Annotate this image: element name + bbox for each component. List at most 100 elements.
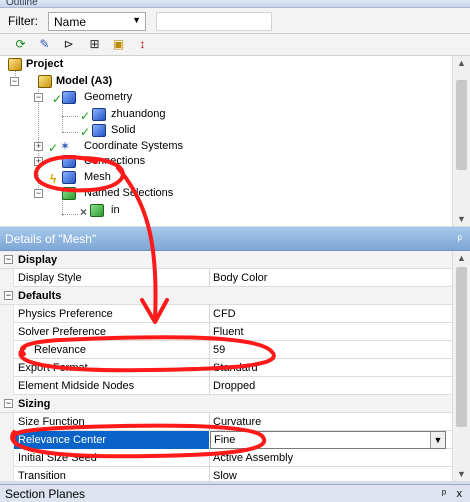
property-label: Display Style [18, 272, 82, 284]
group-label: Sizing [18, 398, 51, 410]
tree-item-label: Coordinate Systems [84, 140, 184, 152]
property-label: Initial Size Seed [18, 452, 97, 464]
column-divider [209, 359, 210, 377]
collapse-icon[interactable]: − [10, 77, 19, 86]
property-row[interactable]: Element Midside Nodes Dropped [0, 377, 452, 395]
details-titlebar: Details of "Mesh" ᵖ [0, 227, 470, 251]
selection-icon [90, 204, 104, 217]
property-label: Element Midside Nodes [18, 380, 135, 392]
property-row[interactable]: Solver Preference Fluent [0, 323, 452, 341]
project-icon [8, 58, 22, 71]
tree-item-label: zhuandong [111, 108, 166, 120]
check-icon: ✓ [52, 92, 63, 106]
property-label: Physics Preference [18, 308, 113, 320]
scrollbar-thumb[interactable] [456, 267, 467, 427]
filter-dropdown[interactable]: Name ▼ [48, 12, 146, 31]
property-row[interactable]: Export Format Standard [0, 359, 452, 377]
group-sizing[interactable]: − Sizing [0, 395, 452, 413]
check-icon: ✓ [80, 109, 91, 123]
details-scrollbar[interactable]: ▲ ▼ [452, 251, 470, 481]
details-title: Details of "Mesh" [5, 232, 97, 246]
property-value[interactable]: Fluent [213, 326, 244, 338]
property-value[interactable]: Curvature [213, 416, 261, 428]
property-label: Size Function [18, 416, 85, 428]
collapse-icon[interactable]: − [34, 93, 43, 102]
pin-icon[interactable]: ᵖ [457, 227, 462, 251]
relevance-center-dropdown[interactable]: Fine ▼ [210, 431, 446, 449]
row-gutter [0, 341, 14, 359]
scroll-down-icon[interactable]: ▼ [457, 469, 466, 479]
filter-label: Filter: [8, 14, 38, 28]
row-gutter [0, 377, 14, 395]
check-icon: ✓ [48, 141, 59, 155]
property-value[interactable]: Body Color [213, 272, 267, 284]
details-table: − Display Display Style Body Color − Def… [0, 251, 452, 481]
folder-icon[interactable]: ▣ [110, 37, 127, 53]
property-value[interactable]: Standard [213, 362, 258, 374]
row-gutter [0, 413, 14, 431]
pin-icon[interactable]: ᵖ [442, 485, 446, 502]
mesh-icon [62, 171, 76, 184]
refresh-icon[interactable]: ⟳ [12, 37, 29, 53]
chevron-down-icon[interactable]: ▼ [430, 432, 445, 448]
tree-item-label: Model (A3) [56, 75, 113, 87]
column-divider [209, 269, 210, 287]
tree-connector [62, 132, 78, 133]
section-planes-bar: Section Planes ᵖ x [0, 484, 470, 502]
tree-item-label: Geometry [84, 91, 133, 103]
column-divider [209, 341, 210, 359]
scroll-up-icon[interactable]: ▲ [457, 253, 466, 263]
property-value[interactable]: Active Assembly [213, 452, 293, 464]
group-defaults[interactable]: − Defaults [0, 287, 452, 305]
property-row[interactable]: Transition Slow [0, 467, 452, 481]
property-label: Relevance Center [18, 434, 107, 446]
expand-icon[interactable]: + [34, 142, 43, 151]
scroll-down-icon[interactable]: ▼ [457, 214, 466, 224]
scroll-up-icon[interactable]: ▲ [457, 58, 466, 68]
scrollbar-thumb[interactable] [456, 80, 467, 170]
tree-item-label: Named Selections [84, 187, 174, 199]
model-icon [38, 75, 52, 88]
property-value[interactable]: CFD [213, 308, 236, 320]
expand-icon[interactable]: ⊞ [86, 37, 103, 53]
property-row[interactable]: Size Function Curvature [0, 413, 452, 431]
property-row[interactable]: Initial Size Seed Active Assembly [0, 449, 452, 467]
property-value[interactable]: 59 [213, 344, 225, 356]
property-row[interactable]: Physics Preference CFD [0, 305, 452, 323]
solid-icon [92, 108, 106, 121]
group-display[interactable]: − Display [0, 251, 452, 269]
connections-icon [62, 155, 76, 168]
row-gutter [0, 269, 14, 287]
close-icon[interactable]: x [457, 485, 463, 502]
property-row[interactable]: Display Style Body Color [0, 269, 452, 287]
collapse-icon[interactable]: − [34, 189, 43, 198]
outline-toolbar: ⟳ ✎ ⊳ ⊞ ▣ ↕ [0, 34, 470, 56]
property-value[interactable]: Dropped [213, 380, 255, 392]
row-gutter [0, 467, 14, 481]
collapse-icon[interactable]: − [4, 255, 13, 264]
collapse-icon[interactable]: − [4, 291, 13, 300]
column-divider [209, 413, 210, 431]
collapse-icon[interactable]: − [4, 399, 13, 408]
tree-icon[interactable]: ⊳ [60, 37, 77, 53]
outline-tree: Project − Model (A3) − ✓ Geometry ✓ zhua… [0, 56, 452, 226]
row-gutter [0, 305, 14, 323]
property-label: Transition [18, 470, 66, 481]
column-divider [209, 449, 210, 467]
sort-icon[interactable]: ↕ [134, 37, 151, 53]
tree-connector [62, 214, 78, 215]
property-value[interactable]: Slow [213, 470, 237, 481]
lightning-icon: ϟ [50, 172, 57, 186]
edit-icon[interactable]: ✎ [36, 37, 53, 53]
expand-icon[interactable]: + [34, 157, 43, 166]
tree-connector [62, 116, 78, 117]
tree-item-label: Mesh [84, 171, 111, 183]
property-row[interactable]: Relevance 59 [0, 341, 452, 359]
row-gutter [0, 323, 14, 341]
filter-search-input[interactable] [156, 12, 272, 31]
outline-scrollbar[interactable]: ▲ ▼ [452, 56, 470, 226]
outline-titlebar: Outline [0, 0, 470, 8]
property-row-selected[interactable]: Relevance Center Fine ▼ [0, 431, 452, 449]
tree-item-label: Solid [111, 124, 136, 136]
dropdown-value: Fine [214, 434, 236, 446]
